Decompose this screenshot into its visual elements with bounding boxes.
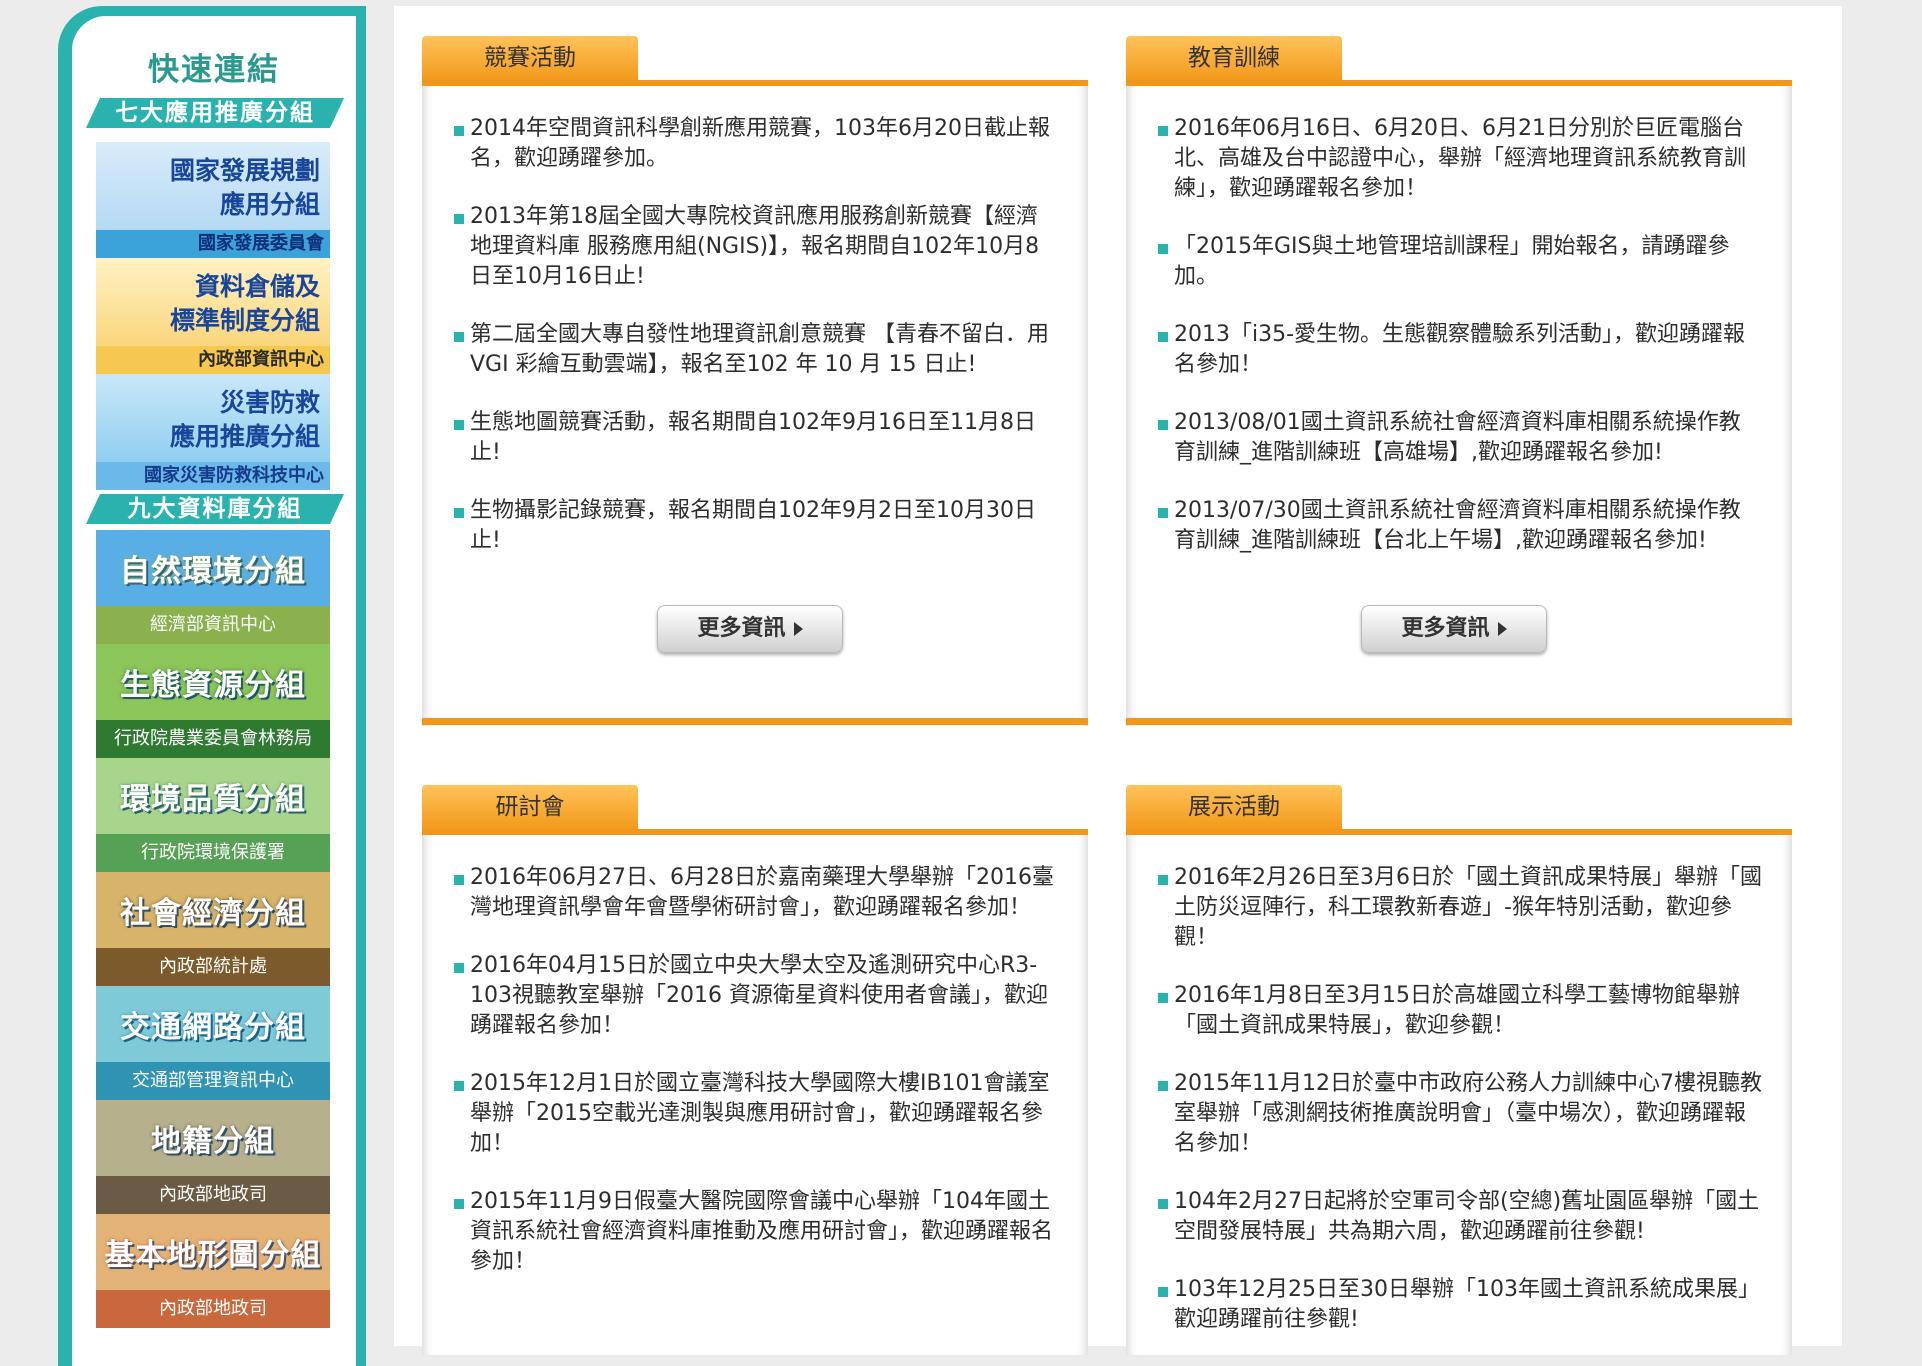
news-item[interactable]: 2016年06月16日、6月20日、6月21日分別於巨匠電腦台北、高雄及台中認證… (1158, 114, 1762, 204)
db-tile-name: 環境品質分組 (96, 772, 330, 828)
panel-body: 2016年06月27日、6月28日於嘉南藥理大學舉辦「2016臺灣地理資訊學會年… (422, 835, 1088, 1355)
quick-links-sidebar: 快速連結 七大應用推廣分組 國家發展規劃 應用分組 國家發展委員會 資料倉儲及 … (58, 6, 366, 1366)
disaster-prevention-link[interactable]: 災害防救 應用推廣分組 國家災害防救科技中心 (96, 374, 330, 490)
db-tile-agency: 行政院農業委員會林務局 (96, 720, 330, 758)
news-item[interactable]: 2014年空間資訊科學創新應用競賽，103年6月20日截止報名，歡迎踴躍參加。 (454, 114, 1058, 174)
play-arrow-icon (1497, 622, 1507, 636)
db-tile-agency: 行政院環境保護署 (96, 834, 330, 872)
tile-org-label: 國家災害防救科技中心 (96, 462, 330, 490)
panel-tab-exhibition[interactable]: 展示活動 (1126, 785, 1342, 829)
news-list: 2014年空間資訊科學創新應用競賽，103年6月20日截止報名，歡迎踴躍參加。 … (422, 86, 1088, 556)
panel-bottom-border (422, 718, 1088, 725)
db-tile-agency: 內政部地政司 (96, 1176, 330, 1214)
more-info-button-training[interactable]: 更多資訊 (1361, 605, 1547, 653)
main-content: 競賽活動 2014年空間資訊科學創新應用競賽，103年6月20日截止報名，歡迎踴… (394, 6, 1842, 1355)
news-list: 2016年06月27日、6月28日於嘉南藥理大學舉辦「2016臺灣地理資訊學會年… (422, 835, 1088, 1277)
db-tile-environmental-quality[interactable]: 環境品質分組 行政院環境保護署 (96, 758, 330, 872)
db-tile-transportation-network[interactable]: 交通網路分組 交通部管理資訊中心 (96, 986, 330, 1100)
panel-bottom-border (1126, 718, 1792, 725)
db-tile-name: 地籍分組 (96, 1114, 330, 1170)
news-list: 2016年2月26日至3月6日於「國土資訊成果特展」舉辦「國土防災逗陣行，科工環… (1126, 835, 1792, 1335)
db-tile-name: 交通網路分組 (96, 1000, 330, 1056)
news-item[interactable]: 2016年06月27日、6月28日於嘉南藥理大學舉辦「2016臺灣地理資訊學會年… (454, 863, 1058, 923)
news-item[interactable]: 第二屆全國大專自發性地理資訊創意競賽 【青春不留白．用 VGI 彩繪互動雲端】，… (454, 320, 1058, 380)
db-tile-name: 生態資源分組 (96, 658, 330, 714)
db-tile-natural-environment[interactable]: 自然環境分組 經濟部資訊中心 (96, 530, 330, 644)
panel-tab-competition[interactable]: 競賽活動 (422, 36, 638, 80)
quick-links-title: 快速連結 (148, 52, 280, 88)
news-item[interactable]: 2015年12月1日於國立臺灣科技大學國際大樓IB101會議室舉辦「2015空載… (454, 1069, 1058, 1159)
news-item[interactable]: 「2015年GIS與土地管理培訓課程」開始報名，請踴躍參加。 (1158, 232, 1762, 292)
panel-body: 2014年空間資訊科學創新應用競賽，103年6月20日截止報名，歡迎踴躍參加。 … (422, 86, 1088, 726)
db-tile-name: 自然環境分組 (96, 544, 330, 600)
panel-tab-training[interactable]: 教育訓練 (1126, 36, 1342, 80)
database-groups-header: 九大資料庫分組 (86, 494, 344, 524)
tile-title-line2: 標準制度分組 (169, 306, 320, 335)
app-groups-header: 七大應用推廣分組 (86, 98, 344, 128)
tile-title-line2: 應用分組 (219, 190, 320, 219)
panel-body: 2016年06月16日、6月20日、6月21日分別於巨匠電腦台北、高雄及台中認證… (1126, 86, 1792, 726)
more-info-button-competition[interactable]: 更多資訊 (657, 605, 843, 653)
national-development-planning-link[interactable]: 國家發展規劃 應用分組 國家發展委員會 (96, 142, 330, 258)
db-tile-cadastral[interactable]: 地籍分組 內政部地政司 (96, 1100, 330, 1214)
tile-org-label: 國家發展委員會 (96, 230, 330, 258)
play-arrow-icon (793, 622, 803, 636)
tile-title-line1: 國家發展規劃 (169, 156, 320, 185)
tile-title-line1: 資料倉儲及 (194, 272, 320, 301)
news-item[interactable]: 生態地圖競賽活動，報名期間自102年9月16日至11月8日止! (454, 408, 1058, 468)
db-tile-name: 社會經濟分組 (96, 886, 330, 942)
db-tile-socio-economic[interactable]: 社會經濟分組 內政部統計處 (96, 872, 330, 986)
tile-org-label: 內政部資訊中心 (96, 346, 330, 374)
db-tile-name: 基本地形圖分組 (96, 1228, 330, 1284)
news-item[interactable]: 2013/07/30國土資訊系統社會經濟資料庫相關系統操作教育訓練_進階訓練班【… (1158, 496, 1762, 556)
more-info-label: 更多資訊 (1401, 616, 1490, 641)
news-list: 2016年06月16日、6月20日、6月21日分別於巨匠電腦台北、高雄及台中認證… (1126, 86, 1792, 556)
news-item[interactable]: 2013/08/01國土資訊系統社會經濟資料庫相關系統操作教育訓練_進階訓練班【… (1158, 408, 1762, 468)
news-item[interactable]: 2015年11月9日假臺大醫院國際會議中心舉辦「104年國土資訊系統社會經濟資料… (454, 1187, 1058, 1277)
db-tile-agency: 內政部地政司 (96, 1290, 330, 1328)
news-item[interactable]: 2016年1月8日至3月15日於高雄國立科學工藝博物館舉辦「國土資訊成果特展」，… (1158, 981, 1762, 1041)
db-tile-agency: 內政部統計處 (96, 948, 330, 986)
quick-links-panel: 快速連結 七大應用推廣分組 國家發展規劃 應用分組 國家發展委員會 資料倉儲及 … (72, 16, 356, 1366)
news-item[interactable]: 104年2月27日起將於空軍司令部(空總)舊址園區舉辦「國土空間發展特展」共為期… (1158, 1187, 1762, 1247)
panel-body: 2016年2月26日至3月6日於「國土資訊成果特展」舉辦「國土防災逗陣行，科工環… (1126, 835, 1792, 1355)
db-tile-agency: 交通部管理資訊中心 (96, 1062, 330, 1100)
news-item[interactable]: 2016年2月26日至3月6日於「國土資訊成果特展」舉辦「國土防災逗陣行，科工環… (1158, 863, 1762, 953)
tile-title-line2: 應用推廣分組 (169, 422, 320, 451)
news-item[interactable]: 103年12月25日至30日舉辦「103年國土資訊系統成果展」歡迎踴躍前往參觀! (1158, 1275, 1762, 1335)
news-item[interactable]: 2015年11月12日於臺中市政府公務人力訓練中心7樓視聽教室舉辦「感測網技術推… (1158, 1069, 1762, 1159)
db-tile-agency: 經濟部資訊中心 (96, 606, 330, 644)
news-item[interactable]: 2016年04月15日於國立中央大學太空及遙測研究中心R3-103視聽教室舉辦「… (454, 951, 1058, 1041)
panel-tab-seminar[interactable]: 研討會 (422, 785, 638, 829)
more-info-label: 更多資訊 (697, 616, 786, 641)
data-warehouse-standards-link[interactable]: 資料倉儲及 標準制度分組 內政部資訊中心 (96, 258, 330, 374)
news-item[interactable]: 生物攝影記錄競賽，報名期間自102年9月2日至10月30日止! (454, 496, 1058, 556)
tile-title-line1: 災害防救 (219, 388, 320, 417)
db-tile-ecological-resources[interactable]: 生態資源分組 行政院農業委員會林務局 (96, 644, 330, 758)
news-item[interactable]: 2013「i35-愛生物。生態觀察體驗系列活動」，歡迎踴躍報名參加！ (1158, 320, 1762, 380)
db-tile-basic-topographic-map[interactable]: 基本地形圖分組 內政部地政司 (96, 1214, 330, 1328)
news-item[interactable]: 2013年第18屆全國大專院校資訊應用服務創新競賽【經濟地理資料庫 服務應用組(… (454, 202, 1058, 292)
